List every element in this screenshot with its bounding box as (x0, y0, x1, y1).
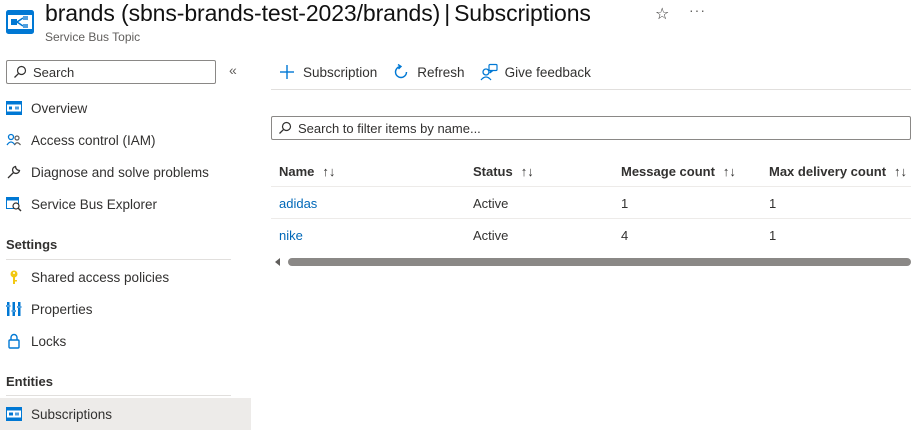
wrench-icon (6, 164, 22, 180)
sidebar-search-input[interactable] (33, 64, 203, 80)
sidebar-item-overview[interactable]: Overview (0, 92, 251, 124)
sidebar-item-label: Access control (IAM) (31, 132, 156, 148)
more-icon[interactable]: ··· (689, 2, 706, 18)
column-header-max-delivery-count[interactable]: Max delivery count ↑↓ (769, 155, 907, 187)
command-bar: Subscription Refresh Give feedback (271, 55, 599, 89)
search-icon (279, 121, 292, 134)
page-header: brands (sbns-brands-test-2023/brands) | Su… (0, 0, 911, 52)
message-count-cell: 4 (621, 227, 629, 243)
status-cell: Active (473, 227, 509, 243)
give-feedback-label: Give feedback (504, 64, 591, 80)
main-content: Subscription Refresh Give feedback Name ↑… (271, 55, 911, 432)
sidebar-item-label: Shared access policies (31, 269, 170, 285)
table-row: adidas Active 1 1 (271, 187, 911, 219)
feedback-icon (480, 63, 498, 81)
sidebar-item-shared-access-policies[interactable]: Shared access policies (0, 261, 251, 293)
column-header-label: Status (473, 163, 513, 179)
add-subscription-label: Subscription (303, 64, 378, 80)
scrollbar-thumb[interactable] (288, 258, 911, 266)
page-title: brands (sbns-brands-test-2023/brands) | Su… (45, 0, 591, 27)
star-icon[interactable]: ☆ (655, 4, 669, 24)
section-title-settings: Settings (6, 237, 58, 252)
lock-icon (6, 333, 22, 349)
properties-icon (6, 301, 22, 317)
title-page: Subscriptions (454, 0, 591, 26)
overview-icon (6, 100, 22, 116)
title-resource: brands (sbns-brands-test-2023/brands) (45, 0, 441, 26)
table-row: nike Active 4 1 (271, 219, 911, 251)
refresh-icon (392, 63, 410, 81)
sidebar-search[interactable] (6, 60, 216, 84)
filter-box[interactable] (271, 116, 911, 140)
refresh-label: Refresh (417, 64, 465, 80)
column-header-name[interactable]: Name ↑↓ (279, 155, 335, 187)
horizontal-scrollbar[interactable] (271, 257, 911, 267)
explorer-icon (6, 196, 22, 212)
sort-icon[interactable]: ↑↓ (894, 164, 907, 179)
search-icon (14, 65, 27, 78)
max-delivery-count-cell: 1 (769, 227, 777, 243)
sidebar-item-label: Subscriptions (31, 406, 113, 422)
give-feedback-button[interactable]: Give feedback (480, 63, 591, 81)
column-header-label: Name (279, 163, 315, 179)
sidebar-item-locks[interactable]: Locks (0, 325, 251, 357)
service-bus-topic-icon (6, 10, 34, 34)
section-divider (6, 259, 231, 260)
column-header-label: Max delivery count (769, 163, 887, 179)
people-icon (6, 132, 22, 148)
sidebar-item-label: Diagnose and solve problems (31, 164, 209, 180)
sort-icon[interactable]: ↑↓ (322, 164, 335, 179)
sidebar-item-label: Service Bus Explorer (31, 196, 158, 212)
collapse-sidebar-icon[interactable]: « (229, 62, 237, 78)
add-subscription-button[interactable]: Subscription (278, 63, 377, 81)
subscriptions-icon (6, 406, 22, 422)
plus-icon (278, 63, 296, 81)
subscriptions-table: Name ↑↓ Status ↑↓ Message count ↑↓ Max deli… (271, 155, 911, 251)
sort-icon[interactable]: ↑↓ (521, 164, 534, 179)
sidebar-item-subscriptions[interactable]: Subscriptions (0, 398, 251, 430)
scroll-left-arrow-icon[interactable] (275, 258, 280, 266)
key-icon (6, 269, 22, 285)
sidebar-item-service-bus-explorer[interactable]: Service Bus Explorer (0, 188, 251, 220)
sidebar-item-label: Properties (31, 301, 93, 317)
table-header-row: Name ↑↓ Status ↑↓ Message count ↑↓ Max deli… (271, 155, 911, 187)
sort-icon[interactable]: ↑↓ (723, 164, 736, 179)
subscription-link[interactable]: adidas (279, 187, 317, 219)
section-divider (6, 395, 231, 396)
page-subtitle: Service Bus Topic (45, 30, 141, 44)
title-separator: | (444, 0, 451, 26)
sidebar-item-properties[interactable]: Properties (0, 293, 251, 325)
toolbar-divider (271, 89, 911, 90)
column-header-status[interactable]: Status ↑↓ (473, 155, 534, 187)
filter-input[interactable] (298, 120, 898, 136)
max-delivery-count-cell: 1 (769, 195, 777, 211)
status-cell: Active (473, 195, 509, 211)
sidebar-item-access-control[interactable]: Access control (IAM) (0, 124, 251, 156)
column-header-message-count[interactable]: Message count ↑↓ (621, 155, 736, 187)
section-title-entities: Entities (6, 374, 53, 389)
subscription-link[interactable]: nike (279, 219, 303, 251)
sidebar-item-diagnose[interactable]: Diagnose and solve problems (0, 156, 251, 188)
sidebar-item-label: Overview (31, 100, 88, 116)
column-header-label: Message count (621, 163, 715, 179)
message-count-cell: 1 (621, 195, 629, 211)
sidebar-item-label: Locks (31, 333, 67, 349)
refresh-button[interactable]: Refresh (392, 63, 465, 81)
sidebar: « Overview Access control (IAM) Diagnose… (0, 55, 251, 432)
